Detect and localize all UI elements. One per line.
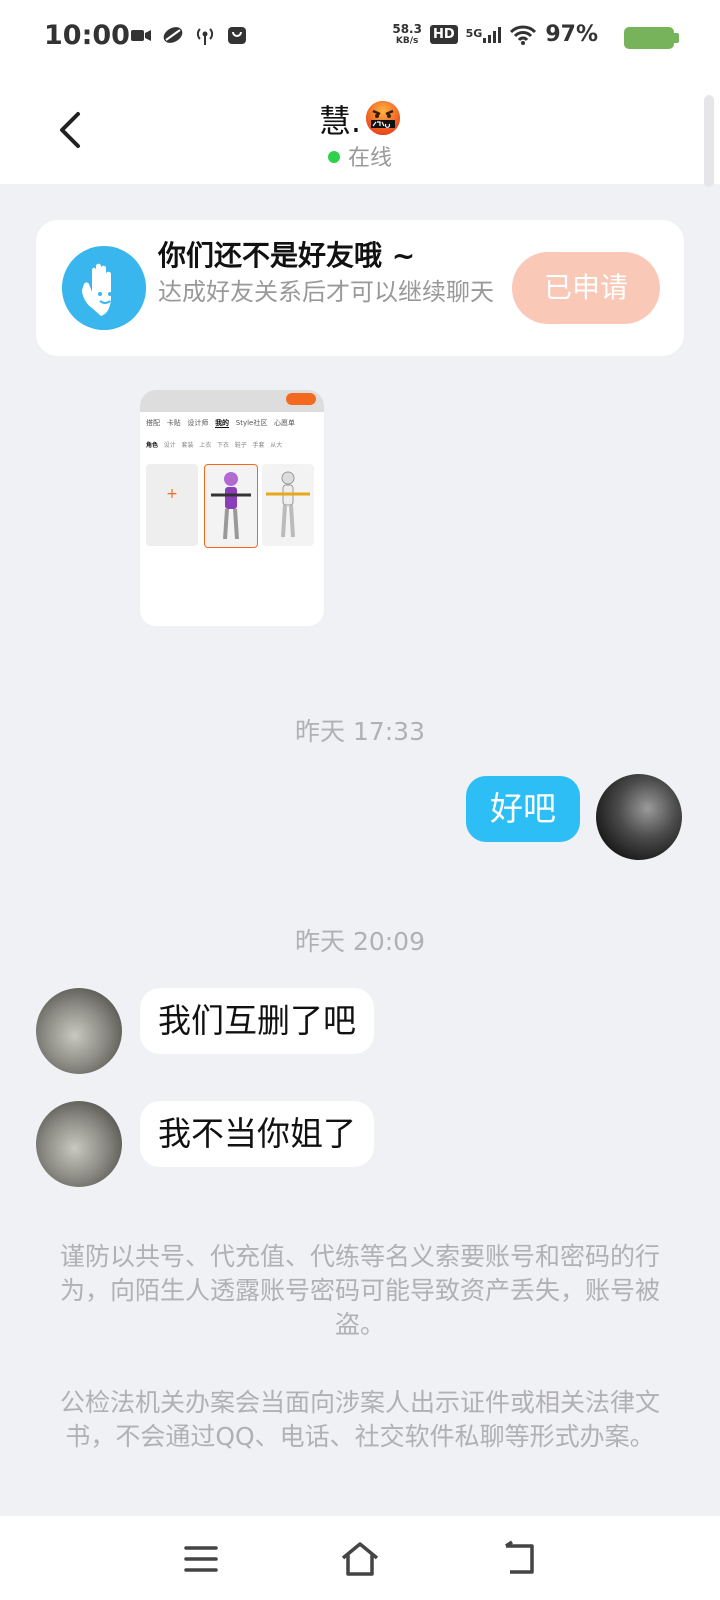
avatar[interactable] xyxy=(36,1101,122,1187)
scrollbar[interactable] xyxy=(704,95,714,187)
network-5g: 5G xyxy=(465,26,502,43)
image-subtab: 上衣 xyxy=(199,442,212,449)
not-friends-banner: 你们还不是好友哦 ~ 达成好友关系后才可以继续聊天 已申请 xyxy=(36,220,684,356)
image-tab: 我的 xyxy=(215,419,230,428)
status-bar: 10:00 58.3 KB/s HD 5G 97% xyxy=(0,0,720,78)
image-tab: 心愿单 xyxy=(274,419,296,427)
image-subtab: 从大 xyxy=(270,442,283,449)
home-icon[interactable] xyxy=(339,1538,381,1580)
image-header-strip xyxy=(140,390,324,412)
signal-icon xyxy=(483,26,502,43)
image-orange-button xyxy=(286,393,316,405)
image-tabs: 搭配 卡贴 设计师 我的 Style社区 心愿单 xyxy=(146,418,295,428)
character-figure-icon xyxy=(211,472,251,540)
leaf-app-icon xyxy=(163,27,183,43)
message-bubble-incoming[interactable]: 我们互删了吧 xyxy=(140,988,374,1054)
system-nav-bar xyxy=(0,1516,720,1600)
character-figure-icon xyxy=(266,471,310,538)
status-time: 10:00 xyxy=(44,20,130,51)
image-character-cell xyxy=(262,464,314,546)
image-subtabs: 角色 设计 套装 上衣 下衣 鞋子 手套 从大 xyxy=(146,440,282,449)
legal-notice: 公检法机关办案会当面向涉案人出示证件或相关法律文书，不会通过QQ、电话、社交软件… xyxy=(60,1388,661,1451)
image-character-cell xyxy=(204,464,258,548)
avatar[interactable] xyxy=(36,988,122,1074)
banner-title: 你们还不是好友哦 ~ xyxy=(158,239,416,272)
image-tab: Style社区 xyxy=(235,419,268,427)
image-add-cell: + xyxy=(146,464,198,546)
angry-emoji-icon xyxy=(366,101,401,135)
net-speed-unit: KB/s xyxy=(395,35,419,46)
plus-icon: + xyxy=(166,486,178,502)
chat-title: 慧. xyxy=(0,96,720,142)
message-bubble-outgoing[interactable]: 好吧 xyxy=(466,776,580,842)
battery-percent: 97% xyxy=(545,22,598,47)
status-icons-left xyxy=(130,24,248,46)
image-subtab: 角色 xyxy=(146,442,159,449)
chat-header: 慧. 在线 xyxy=(0,78,720,184)
net-speed-value: 58.3 xyxy=(392,21,422,36)
back-nav-icon[interactable] xyxy=(500,1538,542,1580)
wifi-icon xyxy=(510,25,537,45)
applied-button[interactable]: 已申请 xyxy=(512,252,660,324)
online-status: 在线 xyxy=(0,140,720,172)
image-subtab: 设计 xyxy=(163,442,176,449)
video-icon xyxy=(131,30,151,41)
image-message[interactable]: 搭配 卡贴 设计师 我的 Style社区 心愿单 角色 设计 套装 上衣 下衣 … xyxy=(140,390,324,626)
hotspot-icon xyxy=(196,28,214,45)
online-label: 在线 xyxy=(347,146,392,171)
timestamp: 昨天 17:33 xyxy=(295,717,425,746)
message-bubble-incoming[interactable]: 我不当你姐了 xyxy=(140,1101,374,1167)
image-subtab: 手套 xyxy=(252,442,265,449)
banner-subtitle: 达成好友关系后才可以继续聊天 xyxy=(158,278,494,306)
image-tab: 卡贴 xyxy=(166,419,181,427)
shopping-bag-icon xyxy=(228,27,246,44)
security-notice: 谨防以共号、代充值、代练等名义索要账号和密码的行为，向陌生人透露账号密码可能导致… xyxy=(60,1242,661,1339)
hd-badge: HD xyxy=(429,25,458,44)
image-tab: 设计师 xyxy=(187,419,209,427)
timestamp: 昨天 20:09 xyxy=(295,927,425,956)
battery-icon xyxy=(624,27,674,49)
image-tab: 搭配 xyxy=(146,419,160,427)
net-speed: 58.3 KB/s xyxy=(392,23,422,47)
battery-cap xyxy=(674,33,679,43)
online-dot xyxy=(327,151,340,163)
image-subtab: 套装 xyxy=(181,442,194,449)
hand-wave-icon xyxy=(62,246,146,330)
image-subtab: 下衣 xyxy=(217,442,230,449)
menu-icon[interactable] xyxy=(180,1538,222,1580)
image-subtab: 鞋子 xyxy=(234,442,247,449)
contact-name: 慧. xyxy=(318,102,362,140)
avatar[interactable] xyxy=(596,774,682,860)
network-label: 5G xyxy=(465,26,483,40)
